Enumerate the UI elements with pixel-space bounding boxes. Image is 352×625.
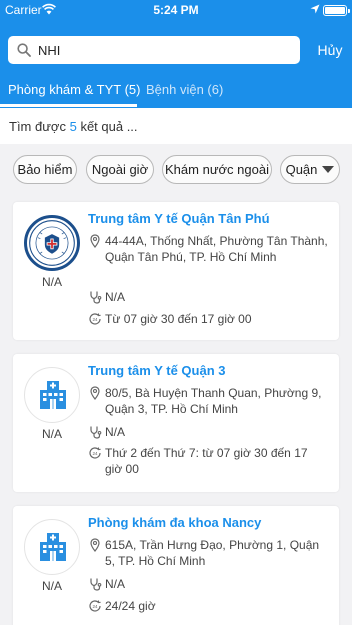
phone-row: N/A xyxy=(88,289,328,305)
phone-text: N/A xyxy=(105,290,126,304)
stethoscope-icon xyxy=(90,578,102,591)
tab-hospitals[interactable]: Bệnh viện (6) xyxy=(146,76,223,104)
caret-down-icon xyxy=(322,166,335,173)
hospital-building-logo xyxy=(24,367,80,423)
address-row: 44-44A, Thống Nhất, Phường Tân Thành, Qu… xyxy=(88,233,328,265)
hours-text: Thứ 2 đến Thứ 7: từ 07 giờ 30 đến 17 giờ… xyxy=(105,446,308,476)
hours-row: 24 Thứ 2 đến Thứ 7: từ 07 giờ 30 đến 17 … xyxy=(88,445,328,477)
phone-text: N/A xyxy=(105,577,126,591)
search-icon xyxy=(17,43,31,57)
hours-text: 24/24 giờ xyxy=(105,599,156,613)
address-row: 615A, Trần Hưng Đạo, Phường 1, Quận 5, T… xyxy=(88,537,328,569)
result-summary: Tìm được 5 kết quả ... xyxy=(0,108,352,144)
filter-insurance[interactable]: Bảo hiểm xyxy=(13,155,77,184)
address-text: 44-44A, Thống Nhất, Phường Tân Thành, Qu… xyxy=(105,234,328,264)
clock: 5:24 PM xyxy=(153,3,199,17)
clock-24-icon: 24 xyxy=(89,313,101,325)
hours-row: 24 24/24 giờ xyxy=(88,598,328,614)
result-suffix: kết quả ... xyxy=(80,119,138,134)
filter-label: Quận xyxy=(285,162,318,177)
facility-name[interactable]: Trung tâm Y tế Quận 3 xyxy=(88,363,328,378)
rating-value: N/A xyxy=(41,275,62,289)
filter-district-dropdown[interactable]: Quận xyxy=(280,155,340,184)
app-header: Carrier 5:24 PM Hủy Phòng khám & TYT (5)… xyxy=(0,0,352,108)
address-text: 80/5, Bà Huyện Thanh Quan, Phường 9, Quậ… xyxy=(105,386,322,416)
map-pin-icon xyxy=(90,386,100,400)
filter-foreign-exam[interactable]: Khám nước ngoài xyxy=(162,155,272,184)
hospital-building-logo xyxy=(24,519,80,575)
hours-row: 24 Từ 07 giờ 30 đến 17 giờ 00 xyxy=(88,311,328,327)
status-bar: Carrier 5:24 PM xyxy=(0,0,352,20)
map-pin-icon xyxy=(90,234,100,248)
hospital-building-icon xyxy=(40,381,66,409)
svg-text:24: 24 xyxy=(92,604,98,609)
filter-bar: Bảo hiểm Ngoài giờ Khám nước ngoài Quận xyxy=(0,145,352,193)
hours-text: Từ 07 giờ 30 đến 17 giờ 00 xyxy=(105,312,252,326)
address-row: 80/5, Bà Huyện Thanh Quan, Phường 9, Quậ… xyxy=(88,385,328,417)
district-seal-logo xyxy=(24,215,80,271)
result-prefix: Tìm được xyxy=(9,119,66,134)
hospital-building-icon xyxy=(40,533,66,561)
facility-card[interactable]: N/A Trung tâm Y tế Quận 3 80/5, Bà Huyện… xyxy=(13,354,339,492)
filter-label: Bảo hiểm xyxy=(17,162,73,177)
tab-clinics[interactable]: Phòng khám & TYT (5) xyxy=(8,76,140,104)
phone-row: N/A xyxy=(88,424,328,440)
svg-text:24: 24 xyxy=(92,451,98,456)
filter-after-hours[interactable]: Ngoài giờ xyxy=(86,155,154,184)
clock-24-icon: 24 xyxy=(89,600,101,612)
active-tab-indicator xyxy=(0,104,137,107)
facility-name[interactable]: Trung tâm Y tế Quận Tân Phú xyxy=(88,211,328,226)
result-count: 5 xyxy=(69,119,77,134)
map-pin-icon xyxy=(90,538,100,552)
facility-name[interactable]: Phòng khám đa khoa Nancy xyxy=(88,515,328,530)
stethoscope-icon xyxy=(90,426,102,439)
facility-card[interactable]: N/A Phòng khám đa khoa Nancy 615A, Trần … xyxy=(13,506,339,625)
cancel-button[interactable]: Hủy xyxy=(312,40,348,60)
stethoscope-icon xyxy=(90,291,102,304)
svg-text:24: 24 xyxy=(92,317,98,322)
search-input[interactable] xyxy=(38,40,293,60)
battery-icon xyxy=(323,5,350,16)
clock-24-icon: 24 xyxy=(89,447,101,459)
location-arrow-icon xyxy=(310,4,320,14)
rating-value: N/A xyxy=(41,579,62,593)
filter-label: Ngoài giờ xyxy=(91,162,149,177)
phone-row: N/A xyxy=(88,576,328,592)
phone-text: N/A xyxy=(105,425,126,439)
address-text: 615A, Trần Hưng Đạo, Phường 1, Quận 5, T… xyxy=(105,538,320,568)
rating-value: N/A xyxy=(41,427,62,441)
filter-label: Khám nước ngoài xyxy=(165,162,269,177)
search-box[interactable] xyxy=(8,36,300,64)
facility-card[interactable]: N/A Trung tâm Y tế Quận Tân Phú 44-44A, … xyxy=(13,202,339,340)
